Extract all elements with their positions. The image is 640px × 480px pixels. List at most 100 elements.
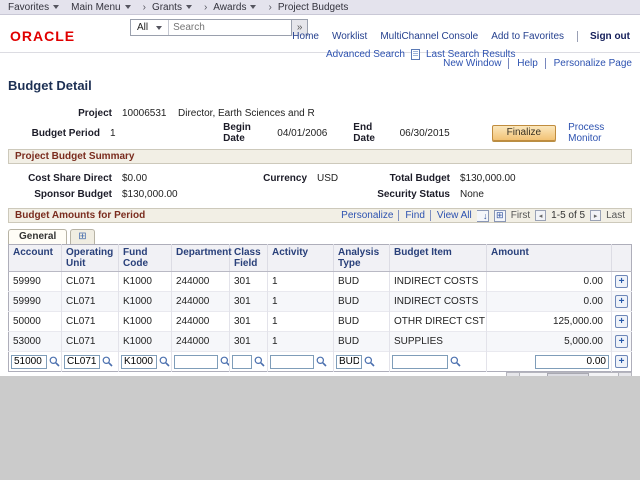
- nav-worklist-link[interactable]: Worklist: [332, 31, 367, 42]
- cost-share-direct-value: $0.00: [112, 173, 255, 184]
- nav-home-link[interactable]: Home: [292, 31, 319, 42]
- grid-horizontal-scrollbar[interactable]: ◂ ▸: [506, 372, 632, 376]
- search-scope-select[interactable]: All: [131, 20, 169, 35]
- scroll-left-icon[interactable]: ◂: [507, 373, 520, 376]
- add-row-button[interactable]: +: [615, 335, 628, 348]
- currency-value: USD: [307, 173, 362, 184]
- grid-layout-icon[interactable]: ⊞: [494, 210, 506, 222]
- breadcrumb-separator-icon: ›: [204, 2, 207, 13]
- sign-out-link[interactable]: Sign out: [577, 31, 630, 42]
- scroll-right-icon[interactable]: ▸: [618, 373, 631, 376]
- sponsor-budget-label: Sponsor Budget: [8, 189, 112, 200]
- tab-general[interactable]: General: [8, 229, 67, 244]
- column-header: Account: [9, 245, 62, 272]
- column-header: Department: [172, 245, 230, 272]
- lookup-icon[interactable]: [254, 356, 265, 367]
- breadcrumb-favorites[interactable]: Favorites: [8, 2, 59, 13]
- class_field-cell: 301: [230, 312, 268, 332]
- personalize-link[interactable]: Personalize: [341, 210, 393, 221]
- scrollbar-thumb[interactable]: [547, 373, 588, 376]
- lookup-icon[interactable]: [316, 356, 327, 367]
- operating_unit-cell: CL071: [62, 312, 119, 332]
- analysis-type-input[interactable]: [336, 355, 362, 369]
- column-header: Analysis Type: [334, 245, 390, 272]
- lookup-icon[interactable]: [159, 356, 170, 367]
- operating_unit-cell: CL071: [62, 292, 119, 312]
- department-cell: 244000: [172, 292, 230, 312]
- show-all-columns-tab[interactable]: ⊞: [70, 229, 94, 244]
- activity-cell: 1: [268, 332, 334, 352]
- dropdown-arrow-icon: [53, 5, 59, 9]
- personalize-page-link[interactable]: Personalize Page: [545, 58, 632, 69]
- previous-page-icon[interactable]: ◂: [535, 210, 546, 221]
- lookup-icon[interactable]: [220, 356, 230, 367]
- find-link[interactable]: Find: [398, 210, 424, 221]
- breadcrumb-current: Project Budgets: [278, 2, 349, 13]
- grid-body: 59990CL071K10002440003011BUDINDIRECT COS…: [9, 272, 632, 372]
- fund-code-input[interactable]: [121, 355, 157, 369]
- activity-cell: 1: [268, 272, 334, 292]
- column-header: Fund Code: [119, 245, 172, 272]
- first-page-link[interactable]: First: [511, 210, 530, 221]
- process-monitor-link[interactable]: Process Monitor: [568, 122, 632, 144]
- class-field-input[interactable]: [232, 355, 252, 369]
- fund_code-cell: K1000: [119, 332, 172, 352]
- total-budget-label: Total Budget: [362, 173, 450, 184]
- lookup-icon[interactable]: [102, 356, 113, 367]
- last-search-results-link[interactable]: Last Search Results: [426, 49, 516, 60]
- lookup-icon[interactable]: [450, 356, 461, 367]
- table-row: 59990CL071K10002440003011BUDINDIRECT COS…: [9, 292, 632, 312]
- nav-add-to-favorites-link[interactable]: Add to Favorites: [491, 31, 564, 42]
- breadcrumb-grants[interactable]: Grants: [152, 2, 192, 13]
- column-header: Operating Unit: [62, 245, 119, 272]
- cost-share-direct-label: Cost Share Direct: [8, 173, 112, 184]
- security-status-value: None: [450, 189, 632, 200]
- account-cell: 53000: [9, 332, 62, 352]
- add-row-button[interactable]: +: [615, 355, 628, 368]
- column-header: Activity: [268, 245, 334, 272]
- last-page-link[interactable]: Last: [606, 210, 625, 221]
- operating-unit-input[interactable]: [64, 355, 100, 369]
- summary-section-header: Project Budget Summary: [8, 149, 632, 164]
- add-row-button[interactable]: +: [615, 315, 628, 328]
- add-row-button[interactable]: +: [615, 275, 628, 288]
- dropdown-arrow-icon: [250, 5, 256, 9]
- breadcrumb-separator-icon: ›: [268, 2, 271, 13]
- activity-input[interactable]: [270, 355, 314, 369]
- end-date-label: End Date: [353, 122, 391, 144]
- scrollbar-track[interactable]: [520, 373, 618, 376]
- breadcrumb-main-menu[interactable]: Main Menu: [71, 2, 130, 13]
- budget_item-cell: INDIRECT COSTS: [390, 292, 487, 312]
- class_field-cell: 301: [230, 332, 268, 352]
- grid-section-title: Budget Amounts for Period: [15, 210, 145, 221]
- operating_unit-cell: CL071: [62, 332, 119, 352]
- department-cell: 244000: [172, 272, 230, 292]
- table-row: 50000CL071K10002440003011BUDOTHR DIRECT …: [9, 312, 632, 332]
- search-bar: All »: [130, 19, 308, 36]
- department-input[interactable]: [174, 355, 218, 369]
- advanced-search-link[interactable]: Advanced Search: [326, 49, 405, 60]
- amount-input[interactable]: [535, 355, 609, 369]
- download-icon[interactable]: ↓: [477, 210, 489, 222]
- budget-item-input[interactable]: [392, 355, 448, 369]
- lookup-icon[interactable]: [49, 356, 60, 367]
- begin-date-value: 04/01/2006: [277, 128, 353, 139]
- account-input[interactable]: [11, 355, 47, 369]
- begin-date-label: Begin Date: [223, 122, 269, 144]
- breadcrumb-awards[interactable]: Awards: [213, 2, 256, 13]
- view-all-link[interactable]: View All: [430, 210, 472, 221]
- nav-multichannel-console-link[interactable]: MultiChannel Console: [380, 31, 478, 42]
- next-page-icon[interactable]: ▸: [590, 210, 601, 221]
- lookup-icon[interactable]: [364, 356, 375, 367]
- fund_code-cell: K1000: [119, 292, 172, 312]
- add-row-button[interactable]: +: [615, 295, 628, 308]
- finalize-button[interactable]: Finalize: [492, 125, 556, 141]
- search-input[interactable]: [169, 21, 291, 35]
- breadcrumb-grants-label: Grants: [152, 2, 182, 13]
- sponsor-budget-value: $130,000.00: [112, 189, 255, 200]
- analysis_type-cell: BUD: [334, 272, 390, 292]
- search-scope-value: All: [137, 22, 148, 33]
- grid-header-row: AccountOperating UnitFund CodeDepartment…: [9, 245, 632, 272]
- operating_unit-cell: CL071: [62, 272, 119, 292]
- header: ORACLE All » Advanced Search Last Search…: [0, 15, 640, 53]
